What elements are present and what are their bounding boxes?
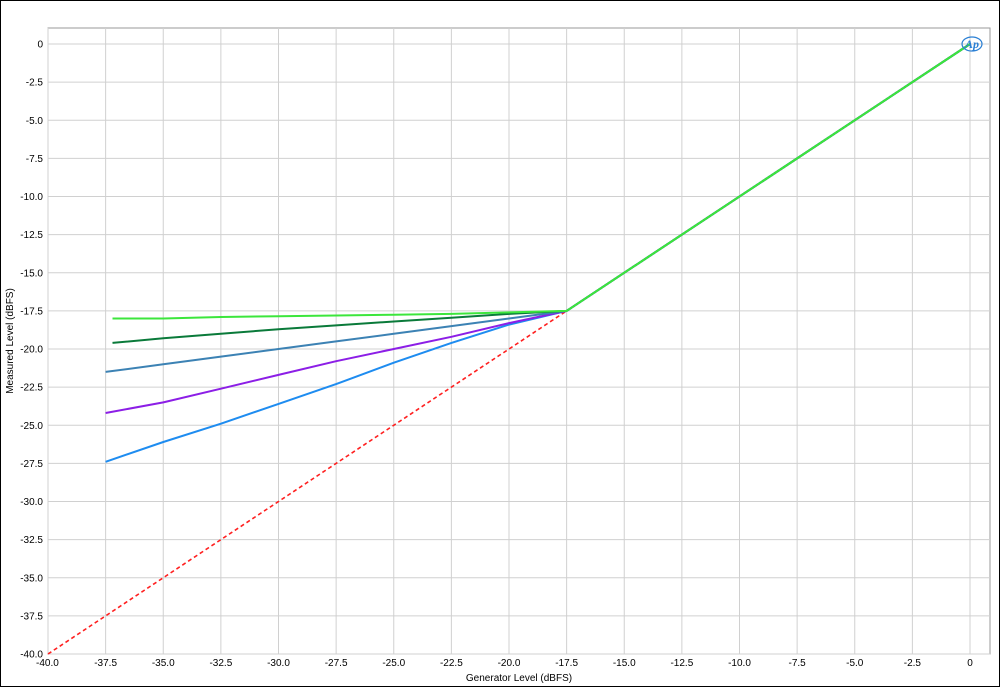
y-tick-label: -2.5	[26, 78, 44, 89]
x-tick-label: -17.5	[555, 658, 578, 669]
y-tick-label: -40.0	[20, 650, 43, 661]
x-tick-label: -27.5	[325, 658, 348, 669]
x-tick-label: -30.0	[267, 658, 290, 669]
y-tick-label: -15.0	[20, 268, 43, 279]
level-linearity-chart: -40.0 -37.5 -35.0 -32.5 -30.0 -27.5 -25.0 -22.5…	[5, 27, 991, 684]
y-tick-label: -32.5	[20, 535, 43, 546]
x-tick-label: -37.5	[94, 658, 117, 669]
x-tick-label: -12.5	[670, 658, 693, 669]
x-tick-label: -32.5	[209, 658, 232, 669]
x-tick-label: -15.0	[613, 658, 636, 669]
x-tick-labels: -40.0 -37.5 -35.0 -32.5 -30.0 -27.5 -25.0 -22.5…	[36, 658, 973, 669]
y-tick-label: -25.0	[20, 421, 43, 432]
ap-logo-text: Ap	[964, 37, 979, 51]
x-tick-label: -7.5	[789, 658, 807, 669]
y-tick-label: -5.0	[26, 116, 44, 127]
x-tick-label: -2.5	[904, 658, 922, 669]
x-tick-label: -35.0	[152, 658, 175, 669]
y-tick-labels: 0 -2.5 -5.0 -7.5 -10.0 -12.5 -15.0 -17.5 -20.0 -2…	[20, 40, 43, 661]
y-tick-label: -20.0	[20, 345, 43, 356]
x-tick-label: -5.0	[846, 658, 864, 669]
y-tick-label: -10.0	[20, 192, 43, 203]
x-tick-label: -10.0	[728, 658, 751, 669]
y-tick-label: -30.0	[20, 497, 43, 508]
y-tick-label: -27.5	[20, 459, 43, 470]
x-tick-label: -25.0	[382, 658, 405, 669]
y-tick-label: -22.5	[20, 383, 43, 394]
x-axis-label: Generator Level (dBFS)	[466, 673, 572, 684]
x-tick-label: -22.5	[440, 658, 463, 669]
y-axis-label: Measured Level (dBFS)	[5, 288, 16, 394]
x-tick-label: 0	[967, 658, 973, 669]
x-tick-label: -20.0	[498, 658, 521, 669]
y-tick-label: -37.5	[20, 611, 43, 622]
y-tick-label: -7.5	[26, 154, 44, 165]
y-tick-label: -17.5	[20, 306, 43, 317]
y-tick-label: 0	[37, 40, 43, 51]
y-tick-label: -12.5	[20, 230, 43, 241]
y-tick-label: -35.0	[20, 573, 43, 584]
ap-logo-icon: Ap	[961, 36, 983, 52]
